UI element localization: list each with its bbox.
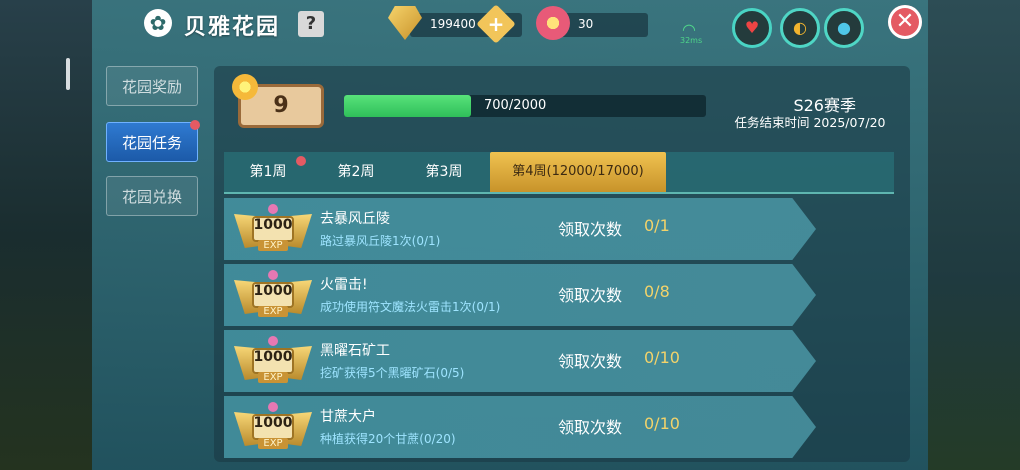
tab-week-3[interactable]: 第3周 [400,152,488,192]
notification-dot [296,156,306,166]
claim-count: 0/8 [644,282,670,301]
heart-icon: ♥ [744,18,760,37]
season-end-date: 任务结束时间 2025/07/20 [734,115,886,130]
gem-icon [268,270,278,280]
gem-icon [268,336,278,346]
background-left [0,0,92,470]
flower-icon: ✿ [144,9,172,37]
task-name: 去暴风丘陵 [320,211,390,227]
task-name: 甘蔗大户 [320,409,376,425]
task-name: 黑曜石矿工 [320,343,390,359]
week-tabs: 第1周 第2周 第3周 第4周(12000/17000) [224,152,894,194]
top-bar: ✿ 贝雅花园 ? 199400 + 30 ◠ 32ms ♥ ◐ ● ✕ [92,0,928,50]
tab-week-1[interactable]: 第1周 [224,152,312,192]
reward-type: EXP [258,438,288,449]
progress-text: 700/2000 [484,98,547,113]
gem-icon [268,204,278,214]
task-description: 种植获得20个甘蔗(0/20) [320,432,456,446]
garden-panel: ✿ 贝雅花园 ? 199400 + 30 ◠ 32ms ♥ ◐ ● ✕ 花园奖励… [92,0,928,470]
level-value: 9 [273,93,289,118]
claim-label: 领取次数 [558,220,623,239]
hunger-stat[interactable]: ◐ [780,8,820,48]
reward-amount: 1000 [253,415,293,431]
claim-label: 领取次数 [558,286,623,305]
exp-reward-badge: 1000 EXP [234,402,312,452]
plus-icon: + [487,12,505,36]
ping-readout: 32ms [680,36,703,45]
water-drop-icon: ● [837,18,851,37]
level-progress-bar: 700/2000 [344,95,706,117]
notification-dot [190,120,200,130]
task-description: 成功使用符文魔法火雷击1次(0/1) [320,300,501,314]
level-flower-icon [232,74,258,100]
close-button[interactable]: ✕ [888,5,922,39]
reward-type: EXP [258,306,288,317]
gem-icon [268,402,278,412]
task-row[interactable]: 1000 EXP 火雷击! 成功使用符文魔法火雷击1次(0/1) 领取次数 0/… [224,264,816,326]
tasks-content: 9 700/2000 S26赛季 任务结束时间 2025/07/20 第1周 第… [214,66,910,462]
tab-label: 第1周 [249,164,287,180]
tab-week-2[interactable]: 第2周 [312,152,400,192]
reward-amount: 1000 [253,283,293,299]
claim-label: 领取次数 [558,352,623,371]
task-row[interactable]: 1000 EXP 去暴风丘陵 路过暴风丘陵1次(0/1) 领取次数 0/1 [224,198,816,260]
task-description: 挖矿获得5个黑曜矿石(0/5) [320,366,465,380]
pink-flower-icon [536,6,570,40]
exp-reward-badge: 1000 EXP [234,204,312,254]
diamond-amount: 199400 [430,17,476,31]
reward-amount: 1000 [253,349,293,365]
reward-type: EXP [258,372,288,383]
claim-count: 0/1 [644,216,670,235]
claim-count: 0/10 [644,348,680,367]
sidebar-item-garden-exchange[interactable]: 花园兑换 [106,176,198,216]
reward-amount: 1000 [253,217,293,233]
background-right [928,0,1020,470]
health-stat[interactable]: ♥ [732,8,772,48]
claim-label: 领取次数 [558,418,623,437]
task-row[interactable]: 1000 EXP 黑曜石矿工 挖矿获得5个黑曜矿石(0/5) 领取次数 0/10 [224,330,816,392]
sidebar-item-label: 花园任务 [121,134,182,152]
flower-counter [558,13,648,37]
progress-fill [344,95,471,117]
food-icon: ◐ [793,18,807,37]
help-button[interactable]: ? [298,11,324,37]
exp-reward-badge: 1000 EXP [234,270,312,320]
exp-reward-badge: 1000 EXP [234,336,312,386]
task-name: 火雷击! [320,277,368,293]
task-row[interactable]: 1000 EXP 甘蔗大户 种植获得20个甘蔗(0/20) 领取次数 0/10 [224,396,816,458]
tab-week-4[interactable]: 第4周(12000/17000) [490,152,666,192]
task-description: 路过暴风丘陵1次(0/1) [320,234,441,248]
flower-amount: 30 [578,17,594,31]
page-title: 贝雅花园 [184,15,281,40]
sidebar-item-garden-rewards[interactable]: 花园奖励 [106,66,198,106]
reward-type: EXP [258,240,288,251]
add-currency-button[interactable]: + [476,4,516,44]
claim-count: 0/10 [644,414,680,433]
thirst-stat[interactable]: ● [824,8,864,48]
side-scroll-handle[interactable] [66,58,70,90]
sidebar-item-garden-tasks[interactable]: 花园任务 [106,120,200,162]
